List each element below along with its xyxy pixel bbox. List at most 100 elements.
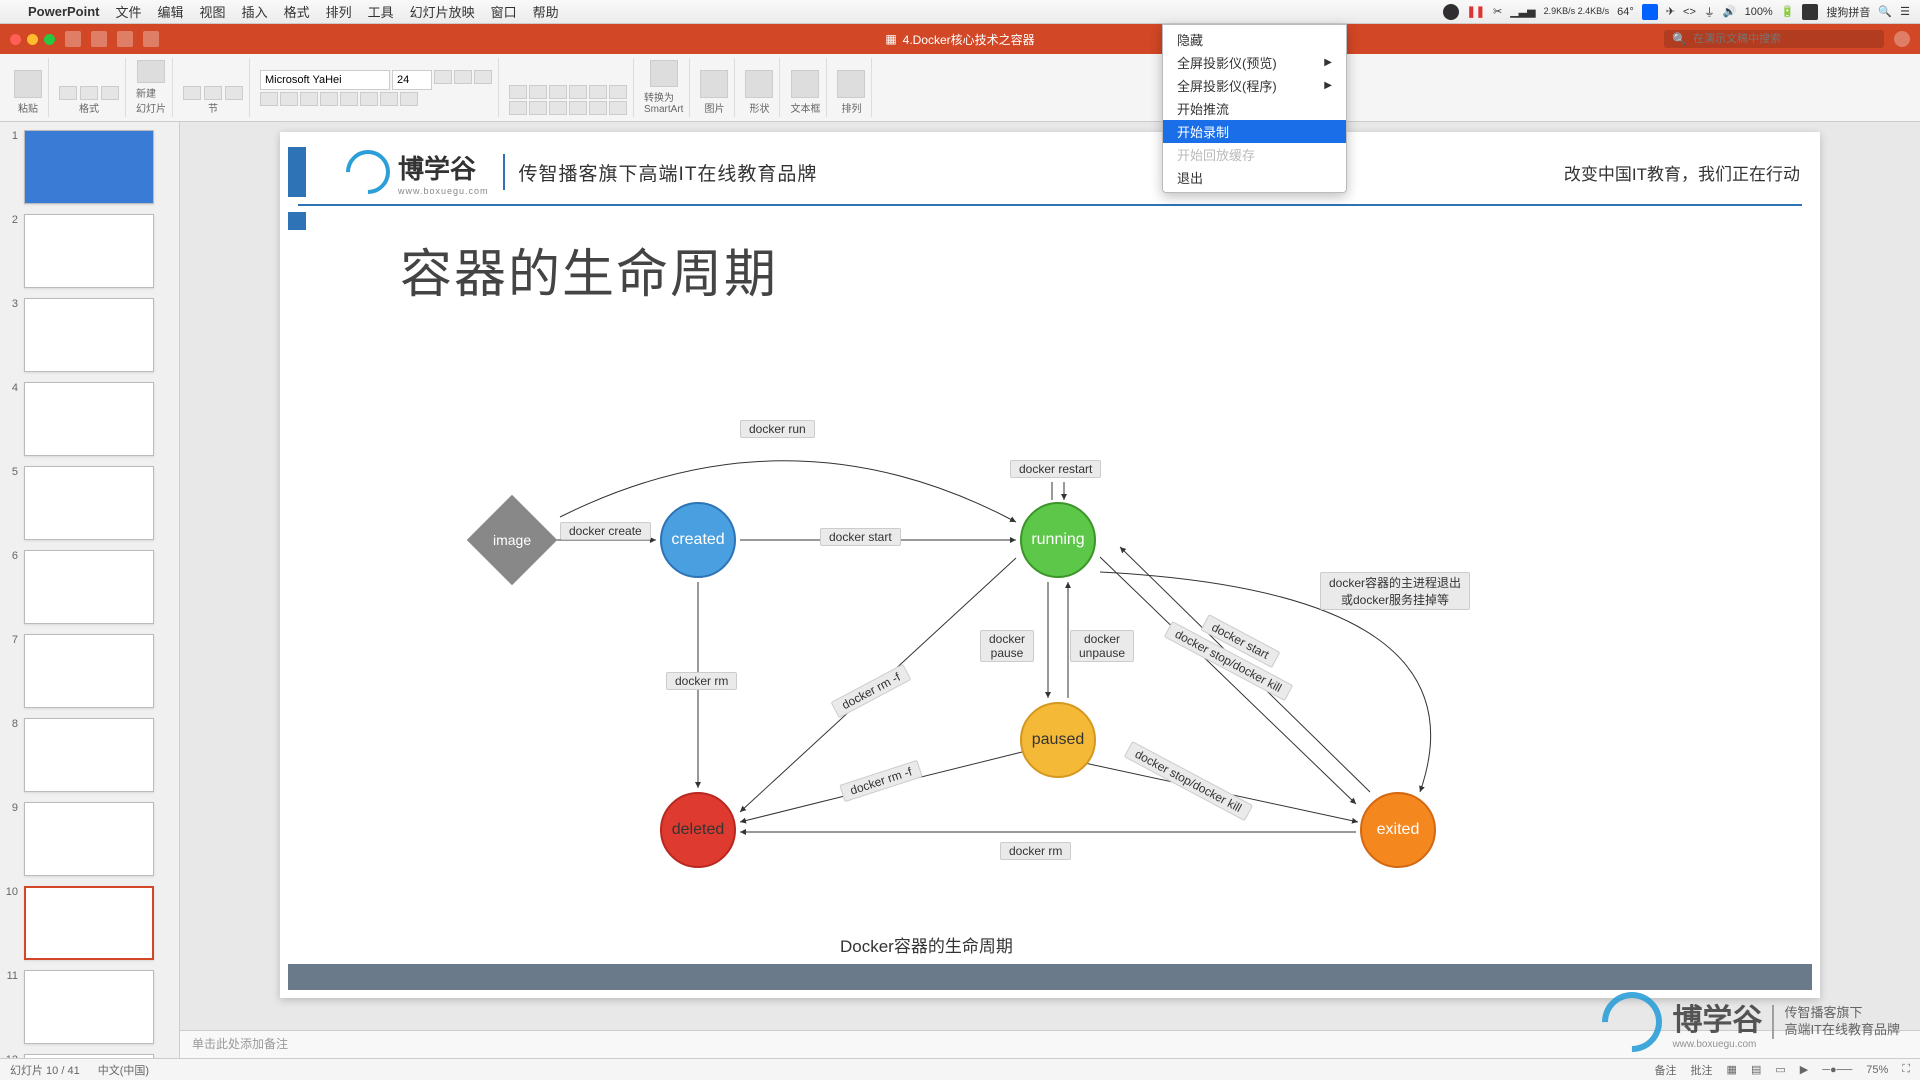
dropbox-icon[interactable] xyxy=(1642,4,1658,20)
thumbnail-12[interactable]: 12 xyxy=(4,1054,175,1058)
textbox-button[interactable] xyxy=(791,70,819,98)
text-dir-button[interactable] xyxy=(609,85,627,99)
thumbnail-4[interactable]: 4 xyxy=(4,382,175,456)
thumbnail-6[interactable]: 6 xyxy=(4,550,175,624)
menu-edit[interactable]: 编辑 xyxy=(158,2,184,21)
thumbnail-1[interactable]: 1 xyxy=(4,130,175,204)
view-normal-icon[interactable]: ▦ xyxy=(1727,1063,1737,1076)
spacing-button[interactable] xyxy=(360,92,378,106)
view-slideshow-icon[interactable]: ▶ xyxy=(1800,1063,1808,1076)
ime-label[interactable]: 搜狗拼音 xyxy=(1826,4,1870,20)
thumbnail-7[interactable]: 7 xyxy=(4,634,175,708)
dropdown-start-stream[interactable]: 开始推流 xyxy=(1163,97,1346,120)
zoom-level[interactable]: 75% xyxy=(1866,1064,1888,1076)
columns-button[interactable] xyxy=(589,101,607,115)
search-box[interactable]: 🔍 xyxy=(1664,30,1884,48)
dropdown-fullscreen-preview[interactable]: 全屏投影仪(预览)▶ xyxy=(1163,51,1346,74)
graph-icon[interactable]: ▁▃▅ xyxy=(1510,5,1535,18)
menu-slideshow[interactable]: 幻灯片放映 xyxy=(410,2,475,21)
arrange-button[interactable] xyxy=(837,70,865,98)
reset-button[interactable] xyxy=(204,86,222,100)
slide-canvas[interactable]: 博学谷 www.boxuegu.com 传智播客旗下高端IT在线教育品牌 改变中… xyxy=(180,122,1920,1030)
comments-toggle[interactable]: 批注 xyxy=(1691,1062,1713,1078)
italic-button[interactable] xyxy=(280,92,298,106)
spotlight-icon[interactable]: 🔍 xyxy=(1878,5,1892,18)
picture-button[interactable] xyxy=(700,70,728,98)
menu-file[interactable]: 文件 xyxy=(116,2,142,21)
highlight-button[interactable] xyxy=(400,92,418,106)
redo-icon[interactable] xyxy=(143,31,159,47)
font-size-combo[interactable] xyxy=(392,70,432,90)
align-text-button[interactable] xyxy=(609,101,627,115)
font-color-button[interactable] xyxy=(380,92,398,106)
shapes-button[interactable] xyxy=(745,70,773,98)
new-slide-button[interactable] xyxy=(137,60,165,83)
undo-icon[interactable] xyxy=(117,31,133,47)
menu-format[interactable]: 格式 xyxy=(284,2,310,21)
notes-toggle[interactable]: 备注 xyxy=(1655,1062,1677,1078)
thumbnail-3[interactable]: 3 xyxy=(4,298,175,372)
paste-button[interactable] xyxy=(14,70,42,98)
search-input[interactable] xyxy=(1693,33,1876,45)
view-reading-icon[interactable]: ▭ xyxy=(1775,1063,1785,1076)
smartart-button[interactable] xyxy=(650,60,678,87)
language-indicator[interactable]: 中文(中国) xyxy=(98,1062,149,1078)
pause-icon[interactable]: ❚❚ xyxy=(1467,5,1485,18)
slide-thumbnail-panel[interactable]: 1 2 3 4 5 6 7 8 9 10 11 12 13 14 xyxy=(0,122,180,1058)
slide[interactable]: 博学谷 www.boxuegu.com 传智播客旗下高端IT在线教育品牌 改变中… xyxy=(280,132,1820,998)
align-center-button[interactable] xyxy=(529,101,547,115)
notification-icon[interactable]: ☰ xyxy=(1900,5,1910,18)
indent-dec-button[interactable] xyxy=(549,85,567,99)
copy-button[interactable] xyxy=(80,86,98,100)
line-spacing-button[interactable] xyxy=(589,85,607,99)
menu-view[interactable]: 视图 xyxy=(200,2,226,21)
numbering-button[interactable] xyxy=(529,85,547,99)
window-controls[interactable] xyxy=(10,34,55,45)
dropdown-hide[interactable]: 隐藏 xyxy=(1163,28,1346,51)
wifi-icon[interactable]: ⏚ xyxy=(1704,4,1715,20)
cut-button[interactable] xyxy=(59,86,77,100)
plane-icon[interactable]: ✈ xyxy=(1666,5,1675,18)
thumbnail-5[interactable]: 5 xyxy=(4,466,175,540)
fit-window-icon[interactable]: ⛶ xyxy=(1902,1063,1910,1076)
font-family-combo[interactable] xyxy=(260,70,390,90)
shrink-font-button[interactable] xyxy=(454,70,472,84)
menu-insert[interactable]: 插入 xyxy=(242,2,268,21)
home-icon[interactable] xyxy=(65,31,81,47)
zoom-slider[interactable]: ─●── xyxy=(1822,1064,1852,1076)
format-painter-button[interactable] xyxy=(101,86,119,100)
thumbnail-11[interactable]: 11 xyxy=(4,970,175,1044)
layout-button[interactable] xyxy=(183,86,201,100)
battery-icon[interactable]: 🔋 xyxy=(1781,5,1795,18)
share-icon[interactable] xyxy=(1894,31,1910,47)
grow-font-button[interactable] xyxy=(434,70,452,84)
ime-icon[interactable] xyxy=(1802,4,1818,20)
bold-button[interactable] xyxy=(260,92,278,106)
justify-button[interactable] xyxy=(569,101,587,115)
code-icon[interactable]: <> xyxy=(1683,6,1696,18)
thumbnail-10[interactable]: 10 xyxy=(4,886,175,960)
obs-icon[interactable] xyxy=(1443,4,1459,20)
dropdown-start-record[interactable]: 开始录制 xyxy=(1163,120,1346,143)
menu-arrange[interactable]: 排列 xyxy=(326,2,352,21)
bullets-button[interactable] xyxy=(509,85,527,99)
menu-tools[interactable]: 工具 xyxy=(368,2,394,21)
save-icon[interactable] xyxy=(91,31,107,47)
align-right-button[interactable] xyxy=(549,101,567,115)
thumbnail-2[interactable]: 2 xyxy=(4,214,175,288)
clear-format-button[interactable] xyxy=(474,70,492,84)
menu-help[interactable]: 帮助 xyxy=(533,2,559,21)
volume-icon[interactable]: 🔊 xyxy=(1723,5,1737,18)
dropdown-exit[interactable]: 退出 xyxy=(1163,166,1346,189)
thumbnail-9[interactable]: 9 xyxy=(4,802,175,876)
section-button[interactable] xyxy=(225,86,243,100)
app-name[interactable]: PowerPoint xyxy=(28,4,100,19)
align-left-button[interactable] xyxy=(509,101,527,115)
menu-window[interactable]: 窗口 xyxy=(491,2,517,21)
view-sorter-icon[interactable]: ▤ xyxy=(1751,1063,1761,1076)
underline-button[interactable] xyxy=(300,92,318,106)
dropdown-fullscreen-program[interactable]: 全屏投影仪(程序)▶ xyxy=(1163,74,1346,97)
scissors-icon[interactable]: ✂ xyxy=(1493,5,1502,18)
strike-button[interactable] xyxy=(320,92,338,106)
subscript-button[interactable] xyxy=(340,92,358,106)
